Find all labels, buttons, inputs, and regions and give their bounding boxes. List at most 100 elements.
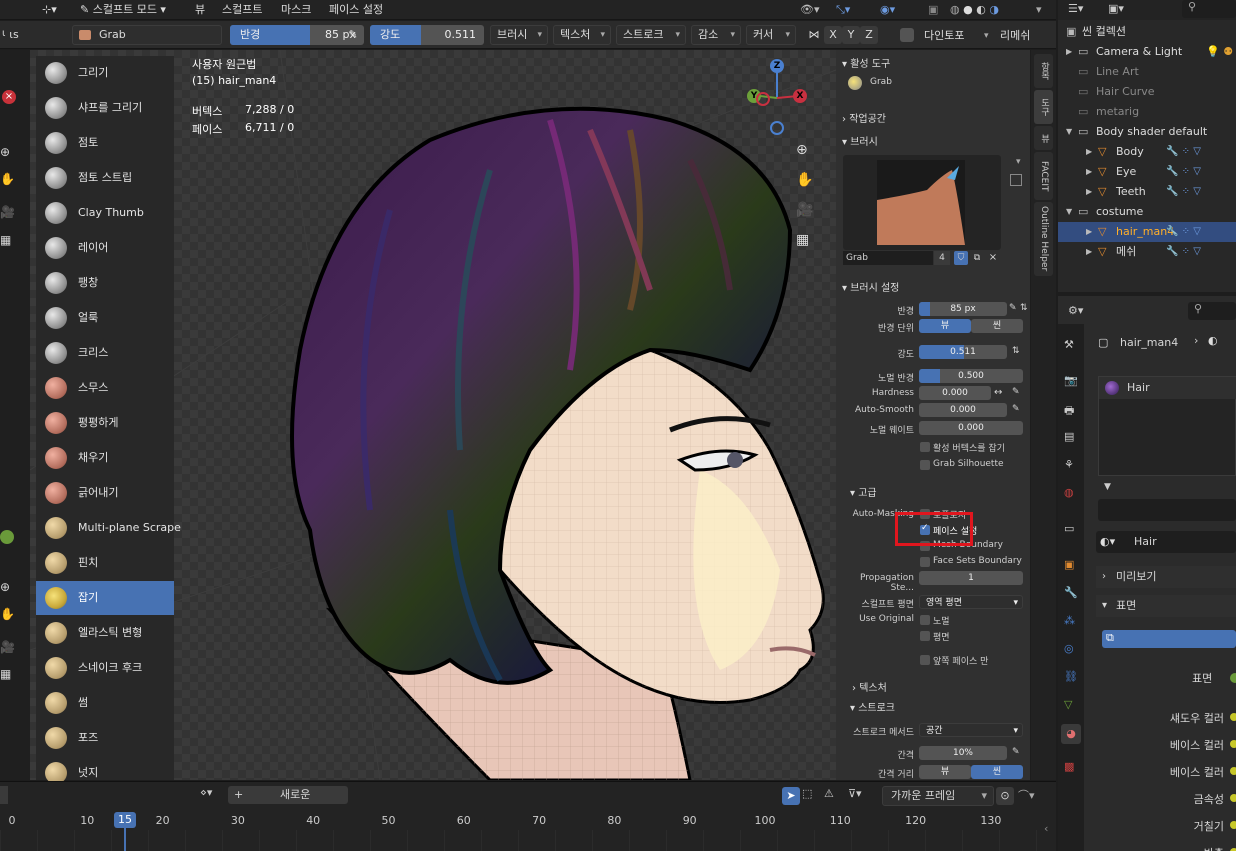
input-socket-icon[interactable]: [1230, 821, 1236, 829]
outliner-row[interactable]: ▼ ▭ costume: [1058, 202, 1236, 222]
outliner-editor-icon[interactable]: ☰▾: [1068, 2, 1083, 15]
brush-preview-box[interactable]: [843, 155, 1001, 250]
tool-blob[interactable]: 얼룩: [36, 301, 174, 335]
gizmo-x-axis[interactable]: X: [793, 89, 807, 103]
new-action-button[interactable]: + 새로운: [228, 786, 348, 804]
tab-outline-helper[interactable]: Outline Helper: [1034, 202, 1053, 276]
brush-dropdown[interactable]: 브러시 ▾: [490, 25, 548, 45]
advanced-header[interactable]: ▾ 고급: [850, 484, 877, 499]
sculpt-plane-dropdown[interactable]: 영역 평면 ▾: [919, 595, 1023, 609]
wireframe-shading-icon[interactable]: ◍: [950, 3, 960, 16]
constraints-tab-icon[interactable]: ⛓: [1064, 670, 1078, 683]
face-sets-boundary-checkbox[interactable]: [920, 557, 930, 567]
input-socket-icon[interactable]: [1230, 794, 1236, 802]
box-select-icon[interactable]: ⬚: [802, 787, 812, 800]
select-tool-icon[interactable]: ➤: [782, 787, 800, 805]
outliner-row[interactable]: ▶ ▽ hair_man4 🔧 ⁘ ▽: [1058, 222, 1236, 242]
tab-tool[interactable]: 도구: [1034, 90, 1053, 124]
brush-settings-header[interactable]: ▾ 브러시 설정: [842, 279, 899, 294]
expand-icon[interactable]: ▶: [1086, 162, 1092, 182]
ortho-grid-icon[interactable]: ▦: [796, 232, 809, 248]
mirror-z-button[interactable]: Z: [860, 26, 878, 44]
auto-smooth-field[interactable]: 0.000: [919, 403, 1007, 417]
properties-editor-icon[interactable]: ⚙▾: [1068, 304, 1083, 317]
output-tab-icon[interactable]: 🖶: [1064, 402, 1074, 421]
material-tab-icon[interactable]: ◕: [1061, 724, 1081, 744]
radius-pressure-icon[interactable]: ✎: [344, 26, 362, 44]
current-frame-indicator[interactable]: 15: [114, 812, 136, 828]
radius-unit-view[interactable]: 뷰: [919, 319, 971, 333]
dyntopo-dropdown-icon[interactable]: ▾: [984, 28, 989, 44]
brush-selector[interactable]: Grab: [72, 25, 222, 45]
duplicate-brush-icon[interactable]: ⧉: [970, 251, 984, 265]
collapse-icon[interactable]: ▼: [1066, 202, 1072, 222]
hardness-field[interactable]: 0.000: [919, 386, 991, 400]
proportional-edit-icon[interactable]: ⊙: [996, 787, 1014, 805]
use-nodes-button[interactable]: ⧉: [1102, 630, 1236, 648]
texture-dropdown[interactable]: 텍스처 ▾: [553, 25, 611, 45]
workspace-header[interactable]: › 작업공간: [842, 110, 886, 125]
radius-pressure-panel-icon[interactable]: ✎: [1009, 303, 1017, 313]
radius-mode-icon[interactable]: ⇅: [1020, 303, 1028, 313]
expand-icon[interactable]: ▶: [1086, 222, 1092, 242]
input-socket-icon[interactable]: [1230, 740, 1236, 748]
filter-icon[interactable]: ⊽▾: [848, 787, 862, 800]
dyntopo-checkbox[interactable]: [900, 28, 914, 42]
material-shading-icon[interactable]: ◐: [976, 3, 986, 16]
normal-radius-field[interactable]: 0.500: [919, 369, 1023, 383]
camera-view-icon[interactable]: 🎥: [796, 202, 813, 218]
timeline-scroll-icon[interactable]: ‹: [1044, 822, 1048, 835]
data-tab-icon[interactable]: ▽: [1064, 698, 1072, 711]
view-layer-tab-icon[interactable]: ▤: [1064, 430, 1074, 443]
visibility-icon[interactable]: 👁▾: [800, 2, 820, 18]
active-tool-header[interactable]: ▾ 활성 도구: [842, 55, 890, 70]
hand-icon-2[interactable]: ✋: [0, 607, 15, 621]
symmetry-icon[interactable]: ⋈: [805, 26, 823, 44]
mode-selector[interactable]: ✎ 스컬프트 모드 ▾: [80, 2, 166, 18]
grid-icon-2[interactable]: ▦: [0, 667, 11, 681]
scene-tab-icon[interactable]: ⚘: [1064, 458, 1074, 471]
surface-panel-header[interactable]: ▾ 표면: [1096, 595, 1236, 617]
hardness-pressure-icon[interactable]: ✎: [1012, 387, 1020, 397]
fake-user-shield-icon[interactable]: ⛉: [954, 251, 968, 265]
snap-mode-dropdown[interactable]: 가까운 프레임 ▾: [882, 786, 994, 806]
rendered-shading-icon[interactable]: ◑: [989, 3, 999, 16]
surface-socket-icon[interactable]: [1230, 673, 1236, 683]
hand-icon[interactable]: ✋: [0, 172, 15, 186]
render-tab-icon[interactable]: 📷: [1064, 374, 1078, 387]
tool-pinch[interactable]: 핀치: [36, 546, 174, 580]
collection-tab-icon[interactable]: ▭: [1064, 522, 1074, 535]
tool-clay[interactable]: 점토: [36, 126, 174, 160]
menu-face-sets[interactable]: 페이스 설정: [329, 2, 383, 18]
brush-header[interactable]: ▾ 브러시: [842, 133, 878, 148]
material-slot-item[interactable]: Hair: [1099, 377, 1236, 399]
mirror-y-button[interactable]: Y: [842, 26, 860, 44]
tool-flatten[interactable]: 평평하게: [36, 406, 174, 440]
tool-fill[interactable]: 채우기: [36, 441, 174, 475]
tool-draw-sharp[interactable]: 샤프를 그리기: [36, 91, 174, 125]
expand-icon[interactable]: ▶: [1066, 42, 1072, 62]
navigation-gizmo[interactable]: Z X Y: [742, 56, 814, 140]
tool-clay-strips[interactable]: 점토 스트립: [36, 161, 174, 195]
slot-filter-field[interactable]: [1098, 499, 1236, 521]
outliner-row[interactable]: ▶ ▭ Camera & Light 💡 ⚉: [1058, 42, 1236, 62]
tool-scrape[interactable]: 긁어내기: [36, 476, 174, 510]
use-original-plane-checkbox[interactable]: [920, 631, 930, 641]
stroke-method-dropdown[interactable]: 공간 ▾: [919, 723, 1023, 737]
tool-thumb[interactable]: 썸: [36, 686, 174, 720]
editor-type-icon[interactable]: ⊹▾: [42, 2, 57, 18]
material-slot-list[interactable]: Hair: [1098, 376, 1236, 476]
warning-icon[interactable]: ⚠: [824, 787, 834, 800]
object-tab-icon[interactable]: ▣: [1064, 558, 1074, 571]
stroke-dropdown[interactable]: 스트로크 ▾: [616, 25, 686, 45]
slot-list-expand-icon[interactable]: ▼: [1104, 482, 1111, 492]
auto-smooth-pressure-icon[interactable]: ✎: [1012, 404, 1020, 414]
tab-item[interactable]: 항목: [1034, 54, 1053, 88]
expand-icon[interactable]: ▶: [1086, 142, 1092, 162]
pan-hand-icon[interactable]: ✋: [796, 172, 813, 188]
strength-field[interactable]: 0.511: [919, 345, 1007, 359]
outliner-row[interactable]: ▶ ▽ Eye 🔧 ⁘ ▽: [1058, 162, 1236, 182]
strength-mode-icon[interactable]: ⇅: [1012, 346, 1020, 356]
radius-field[interactable]: 85 px: [919, 302, 1007, 316]
normal-weight-field[interactable]: 0.000: [919, 421, 1023, 435]
